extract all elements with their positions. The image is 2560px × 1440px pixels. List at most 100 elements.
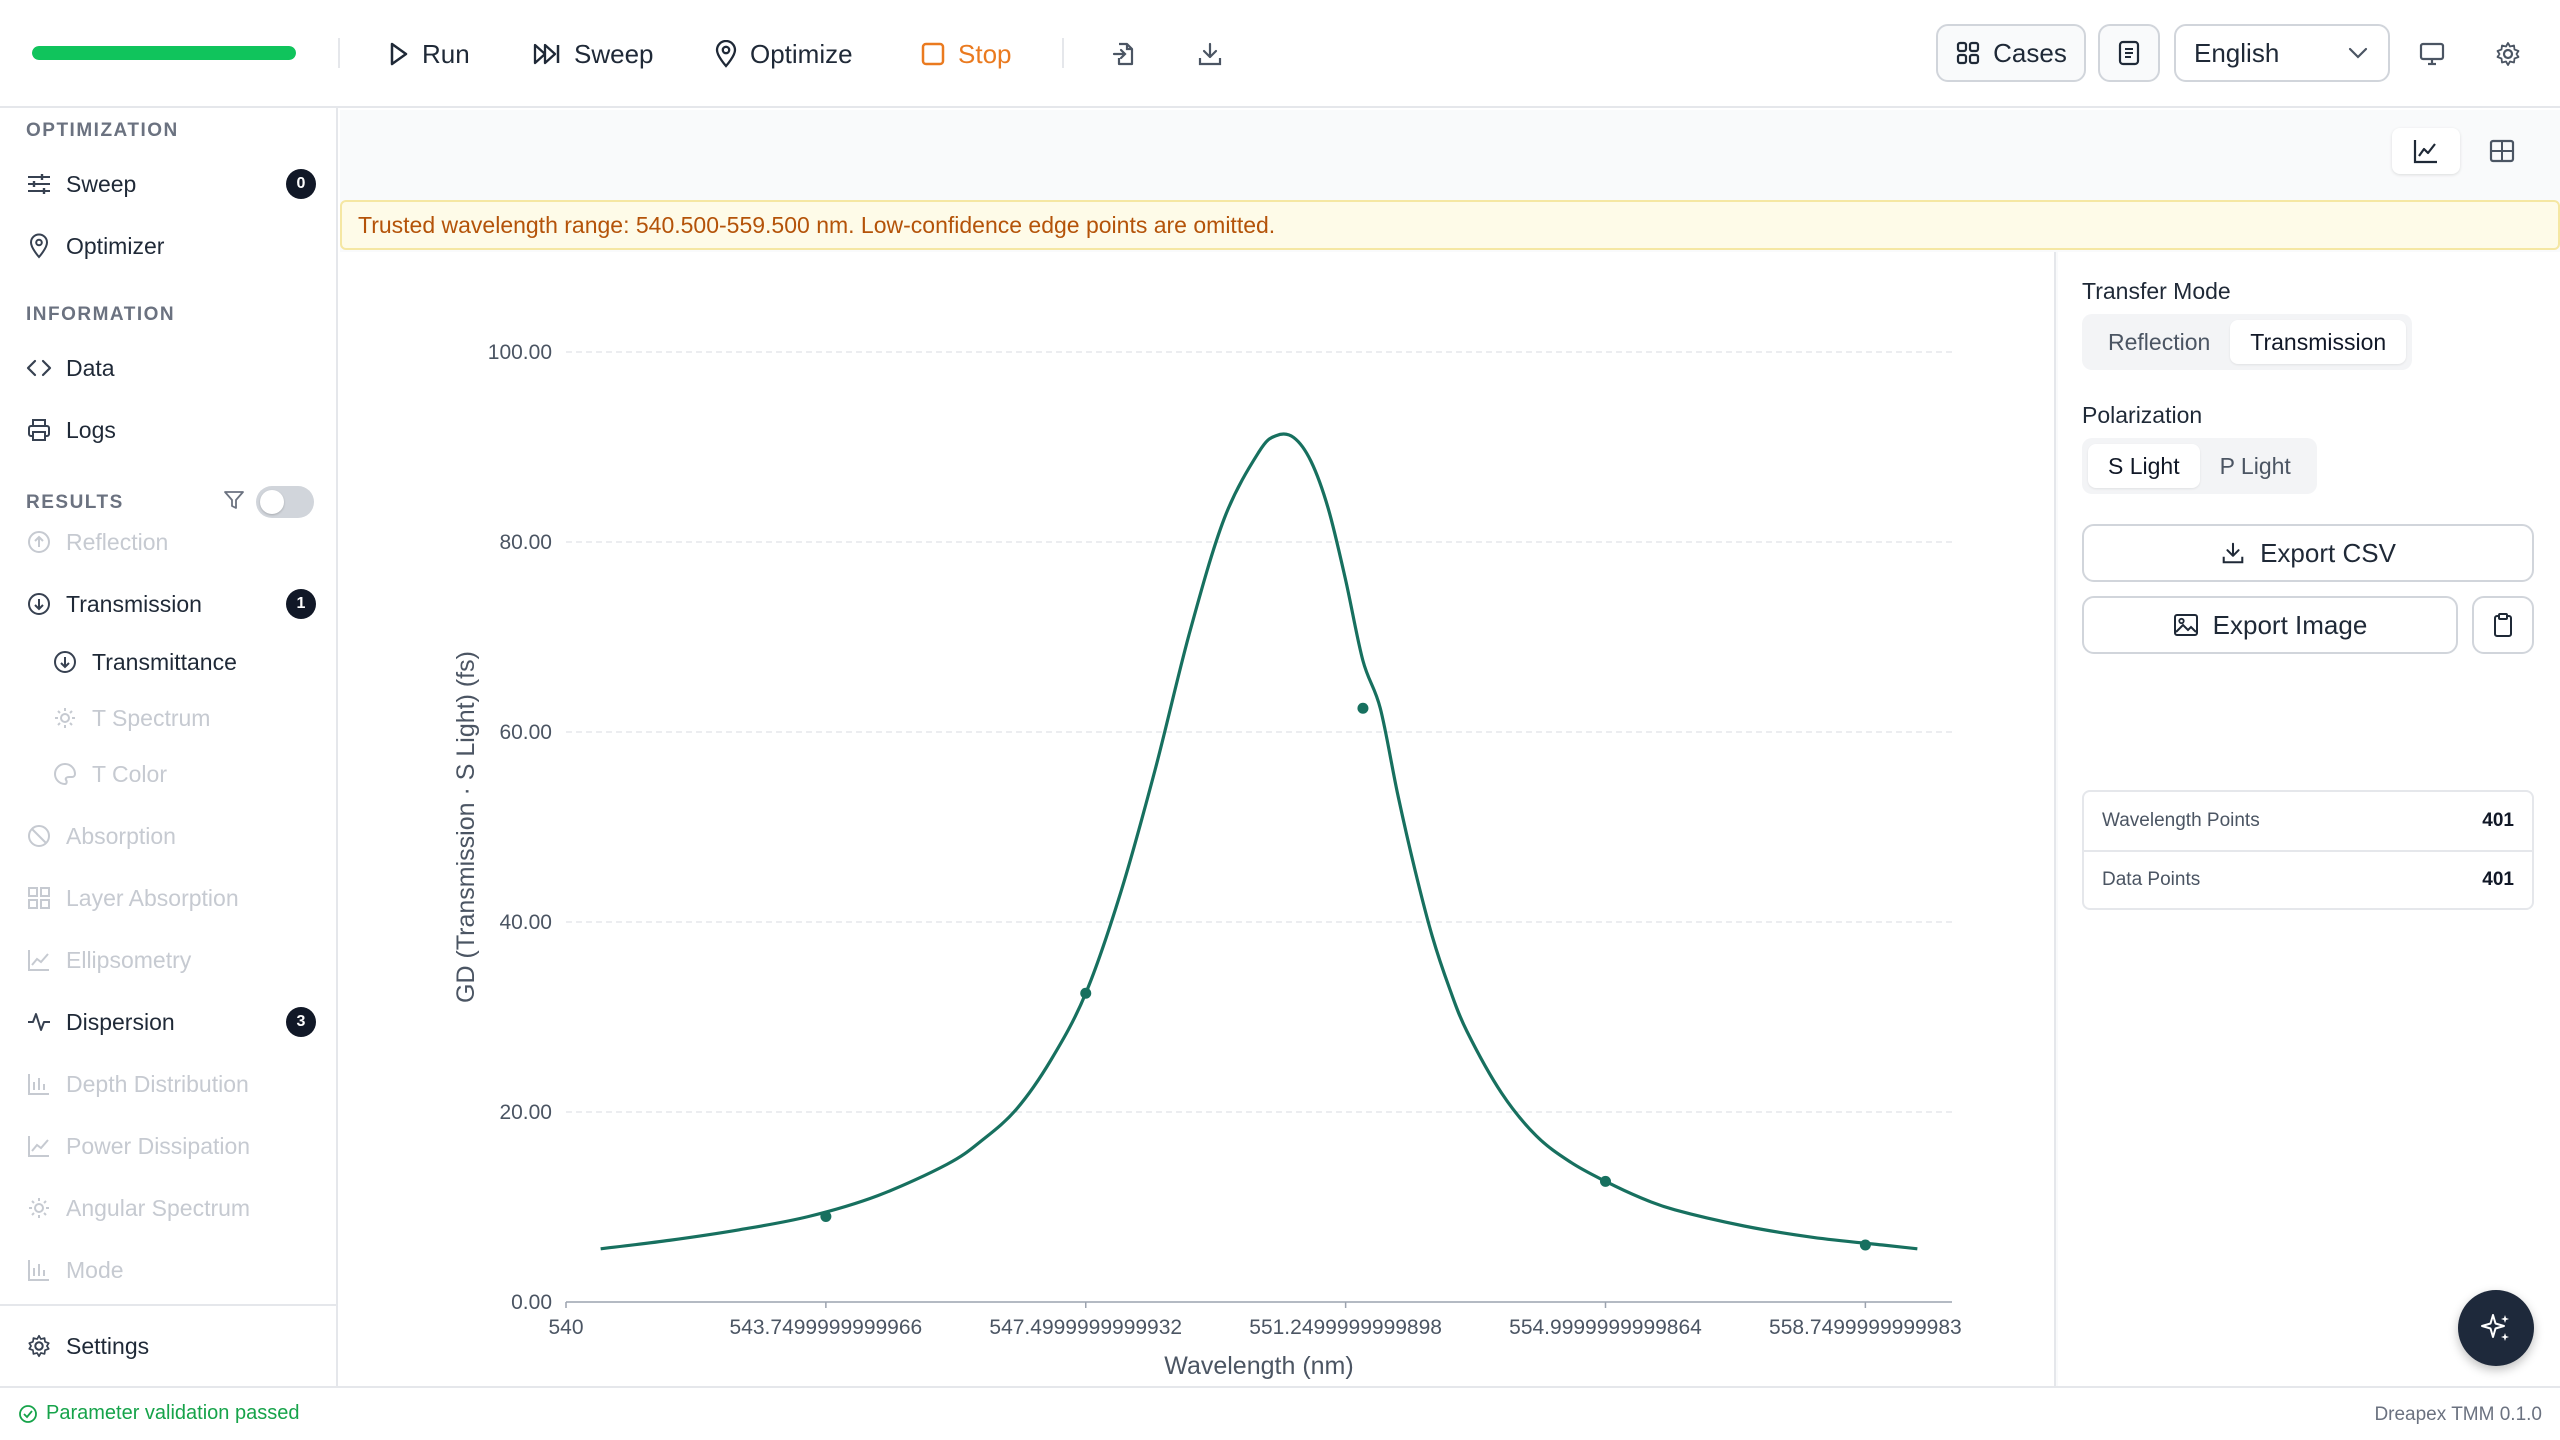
export-csv-button[interactable]: Export CSV: [2082, 524, 2534, 582]
view-toggle: [2392, 128, 2536, 174]
sweep-button[interactable]: Sweep: [532, 30, 654, 78]
gear-icon: [2494, 40, 2522, 68]
sidebar-item-label: Optimizer: [66, 232, 165, 259]
sidebar: OPTIMIZATION Sweep 0 Optimizer INFORMATI…: [0, 108, 338, 1386]
sidebar-item-layer-absorption[interactable]: Layer Absorption: [26, 876, 316, 920]
stat-value: 401: [2482, 869, 2514, 890]
sidebar-item-logs[interactable]: Logs: [26, 408, 316, 452]
sidebar-item-label: Dispersion: [66, 1008, 175, 1035]
x-tick-label: 554.9999999999864: [1509, 1316, 1702, 1339]
polarization-p-light[interactable]: P Light: [2200, 444, 2311, 488]
sidebar-item-label: Layer Absorption: [66, 884, 239, 911]
filter-icon[interactable]: [222, 488, 246, 512]
data-point-marker: [1357, 702, 1369, 714]
sidebar-item-transmission[interactable]: Transmission 1: [26, 582, 316, 626]
display-button[interactable]: [2412, 34, 2452, 74]
sidebar-item-reflection[interactable]: Reflection: [26, 520, 316, 564]
download-button[interactable]: [1190, 34, 1230, 74]
sidebar-item-angular-spectrum[interactable]: Angular Spectrum: [26, 1186, 316, 1230]
sun-icon: [26, 1195, 52, 1221]
chevron-down-icon: [2346, 45, 2370, 61]
sidebar-item-label: Angular Spectrum: [66, 1194, 251, 1221]
sidebar-item-label: T Spectrum: [92, 704, 211, 731]
gear-icon: [26, 1333, 52, 1359]
app-version: Dreapex TMM 0.1.0: [2374, 1404, 2542, 1425]
y-axis-title: GD (Transmission · S Light) (fs): [452, 651, 480, 1003]
language-select[interactable]: English: [2174, 24, 2390, 82]
sidebar-item-label: Logs: [66, 416, 116, 443]
sun-icon: [52, 705, 78, 731]
validation-text: Parameter validation passed: [46, 1402, 300, 1424]
series-line: [600, 432, 1918, 1251]
stat-value: 401: [2482, 810, 2514, 831]
sidebar-item-label: Ellipsometry: [66, 946, 192, 973]
toggle-knob: [260, 490, 284, 514]
cases-label: Cases: [1993, 37, 2067, 68]
file-import-icon: [1110, 40, 1138, 68]
table-view-button[interactable]: [2468, 128, 2536, 174]
map-pin-icon: [26, 233, 52, 259]
stop-label: Stop: [958, 38, 1012, 69]
sidebar-item-label: Power Dissipation: [66, 1132, 251, 1159]
run-button[interactable]: Run: [388, 30, 470, 78]
check-circle-icon: [18, 1404, 38, 1424]
polarization-label: Polarization: [2082, 402, 2203, 428]
sidebar-item-label: Data: [66, 354, 115, 381]
copy-image-button[interactable]: [2472, 596, 2534, 654]
export-csv-label: Export CSV: [2260, 537, 2396, 568]
sliders-icon: [26, 171, 52, 197]
sidebar-item-dispersion[interactable]: Dispersion 3: [26, 1000, 316, 1044]
sidebar-footer: Settings: [0, 1304, 336, 1386]
transfer-mode-reflection[interactable]: Reflection: [2088, 320, 2230, 364]
table-icon: [2488, 137, 2516, 165]
optimize-button[interactable]: Optimize: [714, 30, 853, 78]
export-image-button[interactable]: Export Image: [2082, 596, 2458, 654]
sidebar-item-t-color[interactable]: T Color: [52, 752, 316, 796]
section-header-optimization: OPTIMIZATION: [26, 120, 179, 141]
chart-view-button[interactable]: [2392, 128, 2460, 174]
status-bar: Parameter validation passed Dreapex TMM …: [0, 1386, 2560, 1440]
ai-assistant-button[interactable]: [2458, 1290, 2534, 1366]
sidebar-item-optimizer[interactable]: Optimizer: [26, 224, 316, 268]
stop-square-icon: [920, 41, 946, 67]
sidebar-item-mode[interactable]: Mode: [26, 1248, 316, 1292]
sidebar-item-label: Sweep: [66, 170, 137, 197]
arrow-up-circle-icon: [26, 529, 52, 555]
notes-button[interactable]: [2098, 24, 2160, 82]
line-chart-icon: [2412, 137, 2440, 165]
x-tick-label: 558.7499999999983: [1769, 1316, 1962, 1339]
right-panel: Transfer Mode Reflection Transmission Po…: [2058, 252, 2560, 1386]
ban-icon: [26, 823, 52, 849]
results-filter-toggle[interactable]: [256, 486, 314, 518]
sidebar-item-transmittance[interactable]: Transmittance: [52, 640, 316, 684]
sidebar-item-sweep[interactable]: Sweep 0: [26, 162, 316, 206]
download-icon: [1196, 40, 1224, 68]
stop-button[interactable]: Stop: [920, 30, 1012, 78]
arrow-down-circle-icon: [52, 649, 78, 675]
clipboard-icon: [2491, 612, 2515, 638]
data-point-marker: [1080, 987, 1092, 999]
toolbar-divider: [1062, 38, 1064, 68]
y-tick-label: 60.00: [499, 721, 552, 744]
cases-button[interactable]: Cases: [1936, 24, 2086, 82]
sidebar-item-depth-distribution[interactable]: Depth Distribution: [26, 1062, 316, 1106]
x-axis-title: Wavelength (nm): [1164, 1352, 1353, 1380]
sidebar-item-t-spectrum[interactable]: T Spectrum: [52, 696, 316, 740]
import-button[interactable]: [1104, 34, 1144, 74]
export-image-label: Export Image: [2212, 609, 2368, 640]
polarization-s-light[interactable]: S Light: [2088, 444, 2200, 488]
transfer-mode-transmission[interactable]: Transmission: [2230, 320, 2407, 364]
sidebar-item-ellipsometry[interactable]: Ellipsometry: [26, 938, 316, 982]
sidebar-item-settings[interactable]: Settings: [26, 1324, 316, 1368]
image-icon: [2173, 612, 2199, 638]
optimize-label: Optimize: [750, 38, 853, 69]
settings-button[interactable]: [2488, 34, 2528, 74]
sidebar-item-data[interactable]: Data: [26, 346, 316, 390]
play-icon: [388, 41, 410, 67]
skip-forward-icon: [532, 41, 562, 67]
sidebar-item-absorption[interactable]: Absorption: [26, 814, 316, 858]
dispersion-chart[interactable]: 0.00 20.00 40.00 60.00 80.00 100.00 540 543.749…: [340, 252, 2056, 1386]
sidebar-item-label: Settings: [66, 1332, 150, 1359]
sidebar-item-power-dissipation[interactable]: Power Dissipation: [26, 1124, 316, 1168]
x-tick-label: 551.2499999999898: [1249, 1316, 1442, 1339]
